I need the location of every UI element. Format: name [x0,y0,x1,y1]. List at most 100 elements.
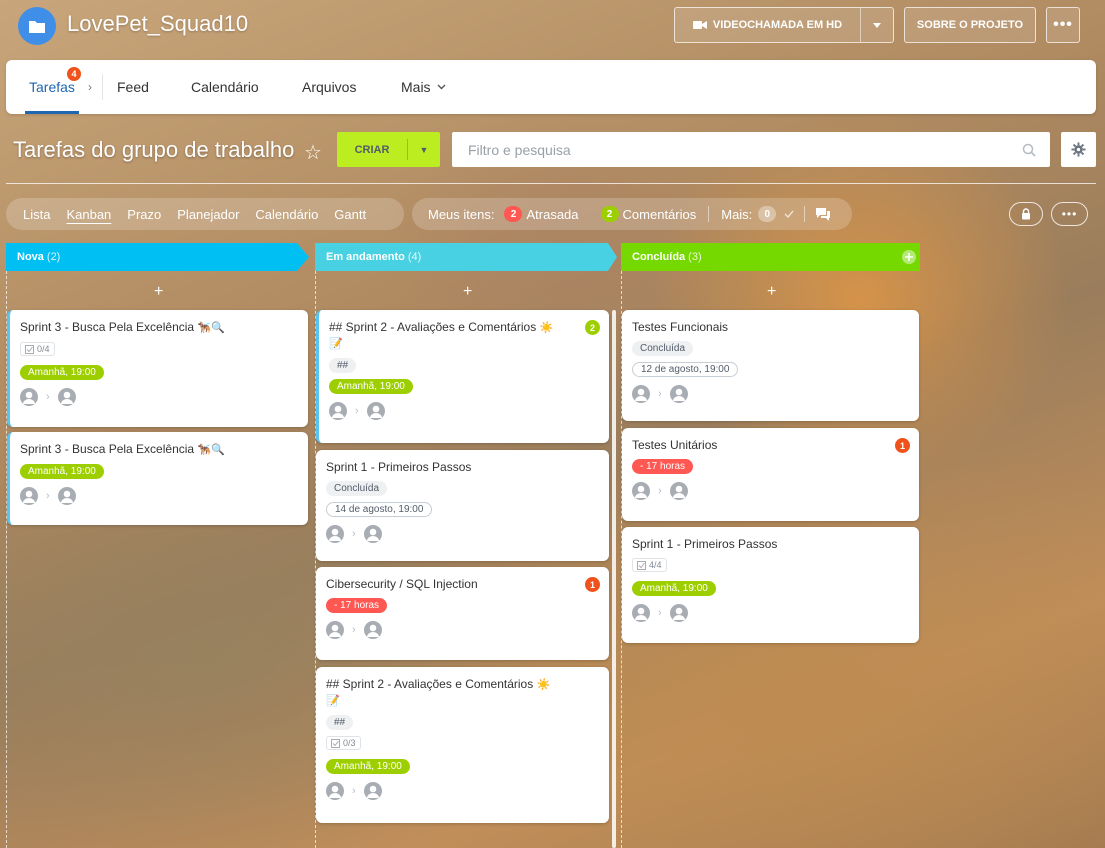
search-icon[interactable] [1022,143,1036,157]
more-count-badge[interactable]: 0 [758,206,777,222]
responsible-avatar[interactable] [57,387,76,406]
chevron-right-icon[interactable]: › [88,80,92,94]
deadline-badge[interactable]: Amanhã, 19:00 [20,364,104,380]
about-project-button[interactable]: SOBRE O PROJETO [904,7,1036,43]
tag-badge[interactable]: ## [329,358,357,373]
creator-avatar[interactable] [329,402,347,420]
responsible-avatar[interactable] [363,781,382,800]
task-title[interactable]: Sprint 1 - Primeiros Passos [326,460,471,474]
responsible-avatar[interactable] [363,525,382,543]
comments-counter[interactable]: 1 [585,577,600,592]
task-title[interactable]: ## Sprint 2 - Avaliações e Comentários [329,320,536,334]
deadline-badge[interactable]: - 17 horas [632,459,694,474]
view-switcher: Lista Kanban Prazo Planejador Calendário… [6,198,404,230]
responsible-avatar[interactable] [366,402,385,420]
column-title: Nova [17,251,44,263]
tab-more[interactable]: Mais [401,60,446,114]
comments-counter[interactable]: 2 [585,320,600,335]
group-title[interactable]: LovePet_Squad10 [67,11,248,37]
column-header-new[interactable]: Nova (2) [6,243,309,271]
task-card[interactable]: ## Sprint 2 - Avaliações e Comentários ☀… [316,310,609,443]
task-card[interactable]: Sprint 3 - Busca Pela Excelência 🐕‍🦺🔍 0/… [7,310,308,427]
checklist-badge[interactable]: 0/3 [326,736,361,750]
search-bar[interactable] [452,132,1050,167]
view-deadline[interactable]: Prazo [127,207,161,222]
checklist-icon [331,738,340,748]
more-filter-label[interactable]: Mais: [721,207,752,222]
overdue-count-badge[interactable]: 2 [504,206,523,222]
responsible-avatar[interactable] [363,621,382,639]
more-icon[interactable]: ••• [1046,7,1080,43]
add-column-icon[interactable] [902,250,916,264]
deadline-badge[interactable]: - 17 horas [326,598,388,613]
view-planner[interactable]: Planejador [177,207,239,222]
arrow-icon: › [658,485,662,497]
deadline-badge[interactable]: Amanhã, 19:00 [326,758,410,774]
task-title[interactable]: Testes Funcionais [632,320,728,334]
comments-filter[interactable]: Comentários [623,207,697,222]
task-title[interactable]: Testes Unitários [632,438,717,452]
settings-button[interactable] [1061,132,1096,167]
deadline-badge[interactable]: Amanhã, 19:00 [329,379,413,394]
add-task-button[interactable]: + [154,283,163,301]
tab-calendar[interactable]: Calendário [191,60,259,114]
add-task-button[interactable]: + [767,283,776,301]
tab-files[interactable]: Arquivos [302,60,356,114]
checklist-badge[interactable]: 4/4 [632,558,667,572]
task-card[interactable]: Sprint 1 - Primeiros Passos Concluída 14… [316,450,609,561]
task-card[interactable]: Cibersecurity / SQL Injection 1 - 17 hor… [316,567,609,660]
responsible-avatar[interactable] [57,487,76,505]
star-icon[interactable]: ☆ [304,140,322,165]
comments-counter[interactable]: 1 [895,438,910,453]
tab-feed[interactable]: Feed [117,60,149,114]
view-list[interactable]: Lista [23,207,50,222]
creator-avatar[interactable] [632,603,650,622]
column-header-done[interactable]: Concluída (3) [621,243,920,271]
creator-avatar[interactable] [632,482,650,500]
task-title[interactable]: Cibersecurity / SQL Injection [326,577,478,591]
creator-avatar[interactable] [20,387,38,406]
task-title[interactable]: Sprint 3 - Busca Pela Excelência [20,320,194,334]
video-call-button[interactable]: VIDEOCHAMADA EM HD [674,7,894,43]
column-header-in-progress[interactable]: Em andamento (4) [315,243,617,271]
responsible-avatar[interactable] [669,482,688,500]
creator-avatar[interactable] [326,621,344,639]
task-card[interactable]: ## Sprint 2 - Avaliações e Comentários ☀… [316,667,609,823]
chevron-down-icon[interactable] [861,8,893,42]
creator-avatar[interactable] [326,781,344,800]
scrollbar[interactable] [612,310,616,848]
view-gantt[interactable]: Gantt [334,207,366,222]
deadline-badge[interactable]: Amanhã, 19:00 [632,580,716,596]
add-task-button[interactable]: + [463,283,472,301]
arrow-icon: › [46,390,50,403]
deadline-badge[interactable]: 12 de agosto, 19:00 [632,362,739,377]
responsible-avatar[interactable] [669,385,688,403]
checklist-badge[interactable]: 0/4 [20,342,55,356]
deadline-badge[interactable]: Amanhã, 19:00 [20,464,104,479]
creator-avatar[interactable] [632,385,650,403]
group-folder-icon[interactable] [18,7,56,45]
task-title[interactable]: Sprint 1 - Primeiros Passos [632,537,777,551]
search-input[interactable] [466,140,1022,159]
chat-icon[interactable] [815,207,831,221]
comments-count-badge[interactable]: 2 [600,206,619,222]
creator-avatar[interactable] [20,487,38,505]
create-button[interactable]: CRIAR ▼ [337,132,440,167]
tag-badge[interactable]: ## [326,715,354,730]
task-card[interactable]: Testes Funcionais Concluída 12 de agosto… [622,310,919,421]
view-kanban[interactable]: Kanban [66,207,111,222]
more-options-icon[interactable]: ••• [1051,202,1088,226]
task-title[interactable]: Sprint 3 - Busca Pela Excelência [20,442,194,456]
task-title[interactable]: ## Sprint 2 - Avaliações e Comentários [326,677,533,691]
overdue-filter[interactable]: Atrasada [526,207,578,222]
task-card[interactable]: Testes Unitários 1 - 17 horas › [622,428,919,521]
task-card[interactable]: Sprint 1 - Primeiros Passos 4/4 Amanhã, … [622,527,919,643]
chevron-down-icon[interactable]: ▼ [408,145,440,155]
deadline-badge[interactable]: 14 de agosto, 19:00 [326,502,433,517]
lock-icon[interactable] [1009,202,1043,226]
task-card[interactable]: Sprint 3 - Busca Pela Excelência 🐕‍🦺🔍 Am… [7,432,308,525]
responsible-avatar[interactable] [669,603,688,622]
creator-avatar[interactable] [326,525,344,543]
task-people: › [632,482,909,500]
view-calendar[interactable]: Calendário [255,207,318,222]
